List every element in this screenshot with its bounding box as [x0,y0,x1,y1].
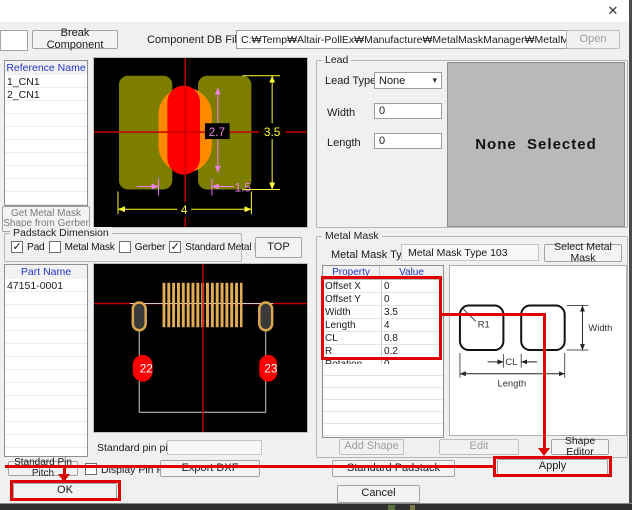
list-item[interactable]: 1_CN1 [5,75,87,88]
standard-padstack-button[interactable]: Standard Padstack [332,460,455,477]
check-icon: ✓ [171,242,180,252]
lead-preview-panel: None Selected [447,62,625,227]
edit-button[interactable]: Edit [439,439,519,455]
open-button[interactable]: Open [566,30,620,49]
desktop-strip-detail [388,505,395,510]
annotation-line-horizontal-2 [5,465,493,468]
desktop-strip-detail [410,505,415,510]
reference-name-list[interactable]: Reference Name 1_CN1 2_CN1 [4,60,88,206]
export-dxf-button[interactable]: Export DXF [160,460,260,477]
pin-number-right: 23 [264,362,278,376]
annotation-arrow-apply [538,448,550,456]
list-item[interactable]: 2_CN1 [5,88,87,101]
shape-editor-button[interactable]: Shape Editor [551,439,609,455]
db-file-path-field[interactable]: C:₩Temp₩Altair-PollEx₩Manufacture₩MetalM… [236,30,588,49]
diagram-r1-label: R1 [478,319,490,329]
pin-pitch-view-canvas[interactable]: 22 23 [93,263,308,433]
select-metal-mask-button[interactable]: Select Metal Mask [544,244,622,262]
lead-type-value: None [379,75,432,87]
gerber-checkbox-label: Gerber [135,242,166,253]
part-name-header: Part Name [5,265,87,280]
top-layer-button[interactable]: TOP [255,237,302,258]
title-bar [0,0,632,22]
lead-width-label: Width [327,107,355,119]
chevron-down-icon: ▾ [432,75,437,86]
lead-length-input[interactable]: 0 [374,133,442,149]
dim-mask-width: 1.5 [235,180,252,194]
metal-mask-type-value: Metal Mask Type 103 [401,244,539,261]
annotation-rect-property-table [321,276,442,360]
diagram-length-label: Length [497,379,526,389]
padstack-dimension-title: Padstack Dimension [10,227,112,239]
standard-metal-mask-checkbox[interactable]: ✓ [169,241,181,253]
dim-mask-height: 2.7 [209,125,225,139]
check-icon: ✓ [12,242,21,252]
reference-name-header: Reference Name [5,61,87,76]
annotation-rect-apply [493,456,612,477]
db-file-label: Component DB File [147,34,243,46]
lead-width-input[interactable]: 0 [374,103,442,119]
lead-group-title: Lead [322,54,351,66]
pad-checkbox-label: Pad [27,242,45,253]
pin-number-left: 22 [140,362,153,376]
metal-mask-manager-dialog: ✕ Break Component Component DB File C:₩T… [0,0,632,510]
lead-type-dropdown[interactable]: None ▾ [374,72,442,89]
annotation-line-vertical-1 [543,313,546,448]
metal-mask-diagram: R1 Width CL Length [449,265,627,436]
desktop-strip [0,503,632,510]
part-name-list[interactable]: Part Name 47151-0001 [4,264,88,457]
gerber-checkbox[interactable] [119,241,131,253]
diagram-cl-label: CL [505,357,517,367]
lead-group: Lead Type None ▾ Width 0 Length 0 None S… [316,60,628,228]
pin-pitch-info-field [167,440,262,455]
metal-mask-checkbox[interactable] [49,241,61,253]
break-component-button[interactable]: Break Component [32,30,118,49]
annotation-line-horizontal-1 [441,313,546,316]
add-shape-button[interactable]: Add Shape [339,439,404,455]
pad-top-view-canvas[interactable]: 3.5 2.7 1.5 4 [93,57,308,228]
list-item[interactable]: 47151-0001 [5,279,87,292]
lead-length-label: Length [327,137,361,149]
pad-checkbox[interactable]: ✓ [11,241,23,253]
close-icon: ✕ [608,3,619,19]
metal-mask-checkbox-label: Metal Mask [65,242,115,253]
corner-box [0,30,28,51]
annotation-rect-ok [10,480,121,501]
close-button[interactable]: ✕ [598,1,628,21]
cancel-button[interactable]: Cancel [337,485,420,503]
metal-mask-inner [167,86,200,175]
pad-right [259,303,272,331]
dim-pad-height: 3.5 [264,125,281,139]
pad-left [133,303,146,331]
dim-total-width: 4 [181,203,188,217]
metal-mask-group-title: Metal Mask [322,230,382,242]
lead-type-label: Lead Type [325,75,376,87]
diagram-width-label: Width [588,323,612,333]
